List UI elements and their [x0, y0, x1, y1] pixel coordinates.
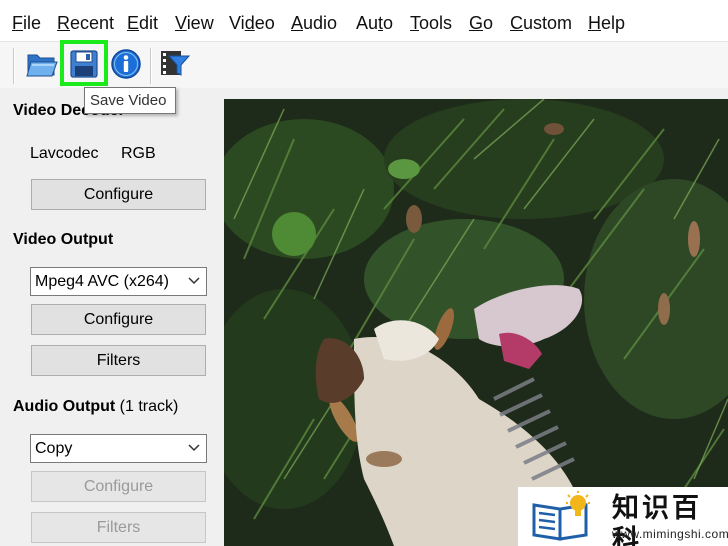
info-icon	[111, 49, 141, 79]
video-output-select[interactable]: Mpeg4 AVC (x264)	[30, 267, 207, 296]
watermark-url: www.mimingshi.com	[612, 527, 728, 541]
menu-recent[interactable]: Recent	[57, 11, 114, 35]
watermark-badge: 知识百科 www.mimingshi.com	[518, 487, 728, 546]
properties-button[interactable]	[110, 48, 142, 80]
audio-output-selected: Copy	[35, 440, 73, 457]
menu-edit[interactable]: Edit	[127, 11, 158, 35]
chevron-down-icon	[188, 444, 200, 452]
menu-view[interactable]: View	[175, 11, 214, 35]
chevron-down-icon	[188, 277, 200, 285]
menu-tools[interactable]: Tools	[410, 11, 452, 35]
save-button-highlight	[60, 40, 108, 86]
toolbar-separator	[13, 48, 15, 84]
menu-go[interactable]: Go	[469, 11, 493, 35]
menu-bar: File Recent Edit View Video Audio Auto T…	[0, 0, 728, 42]
open-folder-icon	[26, 54, 58, 77]
menu-audio[interactable]: Audio	[291, 11, 337, 35]
audio-output-configure-button[interactable]: Configure	[31, 471, 206, 502]
decoder-configure-button[interactable]: Configure	[31, 179, 206, 210]
menu-file[interactable]: File	[12, 11, 41, 35]
video-output-selected: Mpeg4 AVC (x264)	[35, 273, 169, 290]
filters-button[interactable]	[160, 48, 190, 80]
menu-help[interactable]: Help	[588, 11, 625, 35]
audio-track-info: (1 track)	[119, 398, 179, 415]
video-output-title: Video Output	[13, 231, 114, 248]
audio-output-filters-button[interactable]: Filters	[31, 512, 206, 543]
open-video-button[interactable]	[26, 49, 58, 79]
book-lightbulb-logo-icon	[532, 491, 590, 541]
audio-output-select[interactable]: Copy	[30, 434, 207, 463]
video-output-filters-button[interactable]: Filters	[31, 345, 206, 376]
filter-icon	[161, 51, 190, 76]
video-output-configure-button[interactable]: Configure	[31, 304, 206, 335]
menu-video[interactable]: Video	[229, 11, 275, 35]
toolbar	[0, 42, 728, 88]
toolbar-separator	[150, 48, 152, 84]
decoder-format-label: RGB	[121, 145, 156, 162]
video-preview	[224, 99, 728, 546]
decoder-codec-label: Lavcodec	[30, 145, 99, 162]
settings-panel: Video Decoder Lavcodec RGB Configure Vid…	[0, 88, 224, 546]
menu-auto[interactable]: Auto	[356, 11, 393, 35]
menu-custom[interactable]: Custom	[510, 11, 572, 35]
save-video-tooltip: Save Video	[84, 87, 176, 114]
video-frame-image	[224, 99, 728, 546]
audio-output-title: Audio Output (1 track)	[13, 398, 179, 415]
